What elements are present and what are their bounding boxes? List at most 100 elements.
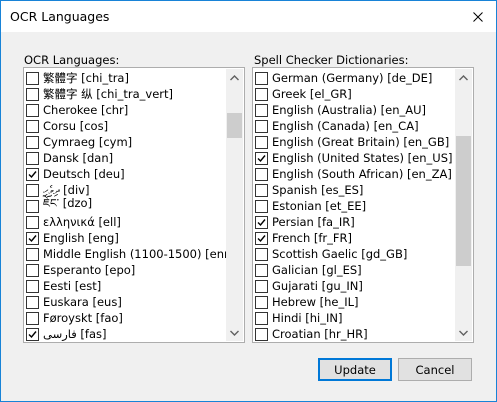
list-item-label: Hindi [hi_IN] xyxy=(272,311,343,325)
ocr-scroll-thumb[interactable] xyxy=(227,113,242,138)
ocr-languages-label: OCR Languages: xyxy=(24,53,120,67)
list-item[interactable]: Føroyskt [fao] xyxy=(26,310,240,326)
checkbox[interactable] xyxy=(26,247,39,261)
checkbox[interactable] xyxy=(26,295,39,309)
checkbox[interactable] xyxy=(255,215,268,229)
list-item[interactable]: Estonian [et_EE] xyxy=(255,198,453,214)
list-item[interactable]: Deutsch [deu] xyxy=(26,166,240,182)
list-item[interactable]: 繁體字 纵 [chi_tra_vert] xyxy=(26,86,240,102)
list-item[interactable]: Spanish [es_ES] xyxy=(255,182,453,198)
list-item[interactable]: English (Australia) [en_AU] xyxy=(255,102,453,118)
list-item[interactable]: Corsu [cos] xyxy=(26,118,240,134)
checkbox[interactable] xyxy=(26,71,39,85)
list-item[interactable]: English (South African) [en_ZA] xyxy=(255,166,453,182)
checkbox[interactable] xyxy=(26,263,39,277)
ocr-scroll-up-button[interactable] xyxy=(226,69,243,86)
list-item-label: English (South African) [en_ZA] xyxy=(272,167,452,181)
close-icon xyxy=(473,12,483,22)
spell-scrollbar[interactable] xyxy=(455,69,472,341)
checkbox[interactable] xyxy=(255,183,268,197)
list-item[interactable]: Galician [gl_ES] xyxy=(255,262,453,278)
checkbox[interactable] xyxy=(26,135,39,149)
checkbox[interactable] xyxy=(26,103,39,117)
checkbox[interactable] xyxy=(255,247,268,261)
checkbox[interactable] xyxy=(255,151,268,165)
checkbox[interactable] xyxy=(26,183,39,197)
list-item-label: Galician [gl_ES] xyxy=(272,263,362,277)
list-item[interactable]: Eesti [est] xyxy=(26,278,240,294)
list-item[interactable]: English (United States) [en_US] xyxy=(255,150,453,166)
checkbox[interactable] xyxy=(26,327,39,341)
spell-scroll-up-button[interactable] xyxy=(455,69,472,86)
checkbox[interactable] xyxy=(255,311,268,325)
ocr-scroll-down-button[interactable] xyxy=(226,324,243,341)
list-item[interactable]: ελληνικά [ell] xyxy=(26,214,240,230)
cancel-button[interactable]: Cancel xyxy=(398,358,472,381)
checkbox[interactable] xyxy=(255,327,268,341)
list-item[interactable]: French [fr_FR] xyxy=(255,230,453,246)
checkbox[interactable] xyxy=(255,295,268,309)
checkbox[interactable] xyxy=(255,119,268,133)
scroll-down-arrow-icon xyxy=(459,330,468,336)
checkbox[interactable] xyxy=(26,279,39,293)
list-item[interactable]: Hindi [hi_IN] xyxy=(255,310,453,326)
spell-scroll-thumb[interactable] xyxy=(456,136,471,266)
scroll-down-arrow-icon xyxy=(230,330,239,336)
list-item[interactable]: Croatian [hr_HR] xyxy=(255,326,453,342)
checkbox[interactable] xyxy=(26,231,39,245)
ocr-languages-list[interactable]: 繁體字 [chi_tra] 繁體字 纵 [chi_tra_vert] Cheroke… xyxy=(23,67,245,343)
list-item-label: Esperanto [epo] xyxy=(43,263,136,277)
list-item[interactable]: English (Canada) [en_CA] xyxy=(255,118,453,134)
list-item[interactable]: Esperanto [epo] xyxy=(26,262,240,278)
list-item[interactable]: Persian [fa_IR] xyxy=(255,214,453,230)
list-item[interactable]: ཇོང་ [dzo] xyxy=(26,196,240,214)
list-item[interactable]: فارسی [fas] xyxy=(26,326,240,342)
ocr-scrollbar[interactable] xyxy=(226,69,243,341)
checkbox[interactable] xyxy=(255,199,268,213)
list-item-label: ελληνικά [ell] xyxy=(43,215,121,229)
list-item[interactable]: Cymraeg [cym] xyxy=(26,134,240,150)
checkbox[interactable] xyxy=(26,119,39,133)
close-button[interactable] xyxy=(468,7,488,27)
checkbox[interactable] xyxy=(255,103,268,117)
list-item[interactable]: Hungarian [hu_HU] xyxy=(255,342,453,343)
list-item[interactable]: English [eng] xyxy=(26,230,240,246)
list-item[interactable]: Greek [el_GR] xyxy=(255,86,453,102)
list-item[interactable]: Cherokee [chr] xyxy=(26,102,240,118)
list-item[interactable]: 繁體字 [chi_tra] xyxy=(26,70,240,86)
checkbox[interactable] xyxy=(26,167,39,181)
list-item[interactable]: Filipino [fil] xyxy=(26,342,240,343)
list-item[interactable]: Euskara [eus] xyxy=(26,294,240,310)
checkbox[interactable] xyxy=(26,215,39,229)
checkbox[interactable] xyxy=(255,279,268,293)
checkbox[interactable] xyxy=(255,71,268,85)
list-item-label: Spanish [es_ES] xyxy=(272,183,364,197)
list-item-label: 繁體字 纵 [chi_tra_vert] xyxy=(43,87,173,101)
list-item-label: Greek [el_GR] xyxy=(272,87,352,101)
list-item-label: German (Germany) [de_DE] xyxy=(272,71,433,85)
list-item[interactable]: Gujarati [gu_IN] xyxy=(255,278,453,294)
checkbox[interactable] xyxy=(26,151,39,165)
list-item-label: Corsu [cos] xyxy=(43,119,109,133)
checkbox[interactable] xyxy=(255,231,268,245)
spell-dictionaries-list[interactable]: German (Germany) [de_DE] Greek [el_GR] Eng… xyxy=(252,67,474,343)
ocr-list-items: 繁體字 [chi_tra] 繁體字 纵 [chi_tra_vert] Cheroke… xyxy=(26,70,240,343)
ocr-languages-dialog: OCR Languages OCR Languages: 繁體字 [chi_tr… xyxy=(0,0,497,402)
checkbox[interactable] xyxy=(255,263,268,277)
list-item[interactable]: Dansk [dan] xyxy=(26,150,240,166)
scroll-up-arrow-icon xyxy=(230,74,239,80)
spell-scroll-down-button[interactable] xyxy=(455,324,472,341)
list-item-label: Eesti [est] xyxy=(43,279,102,293)
checkbox[interactable] xyxy=(26,87,39,101)
list-item[interactable]: Scottish Gaelic [gd_GB] xyxy=(255,246,453,262)
list-item[interactable]: English (Great Britain) [en_GB] xyxy=(255,134,453,150)
checkbox[interactable] xyxy=(255,87,268,101)
checkbox[interactable] xyxy=(255,135,268,149)
checkbox[interactable] xyxy=(255,167,268,181)
list-item[interactable]: German (Germany) [de_DE] xyxy=(255,70,453,86)
list-item[interactable]: Hebrew [he_IL] xyxy=(255,294,453,310)
checkbox[interactable] xyxy=(26,311,39,325)
checkbox[interactable] xyxy=(26,199,39,213)
update-button[interactable]: Update xyxy=(318,358,392,381)
list-item[interactable]: Middle English (1100-1500) [enm] xyxy=(26,246,240,262)
